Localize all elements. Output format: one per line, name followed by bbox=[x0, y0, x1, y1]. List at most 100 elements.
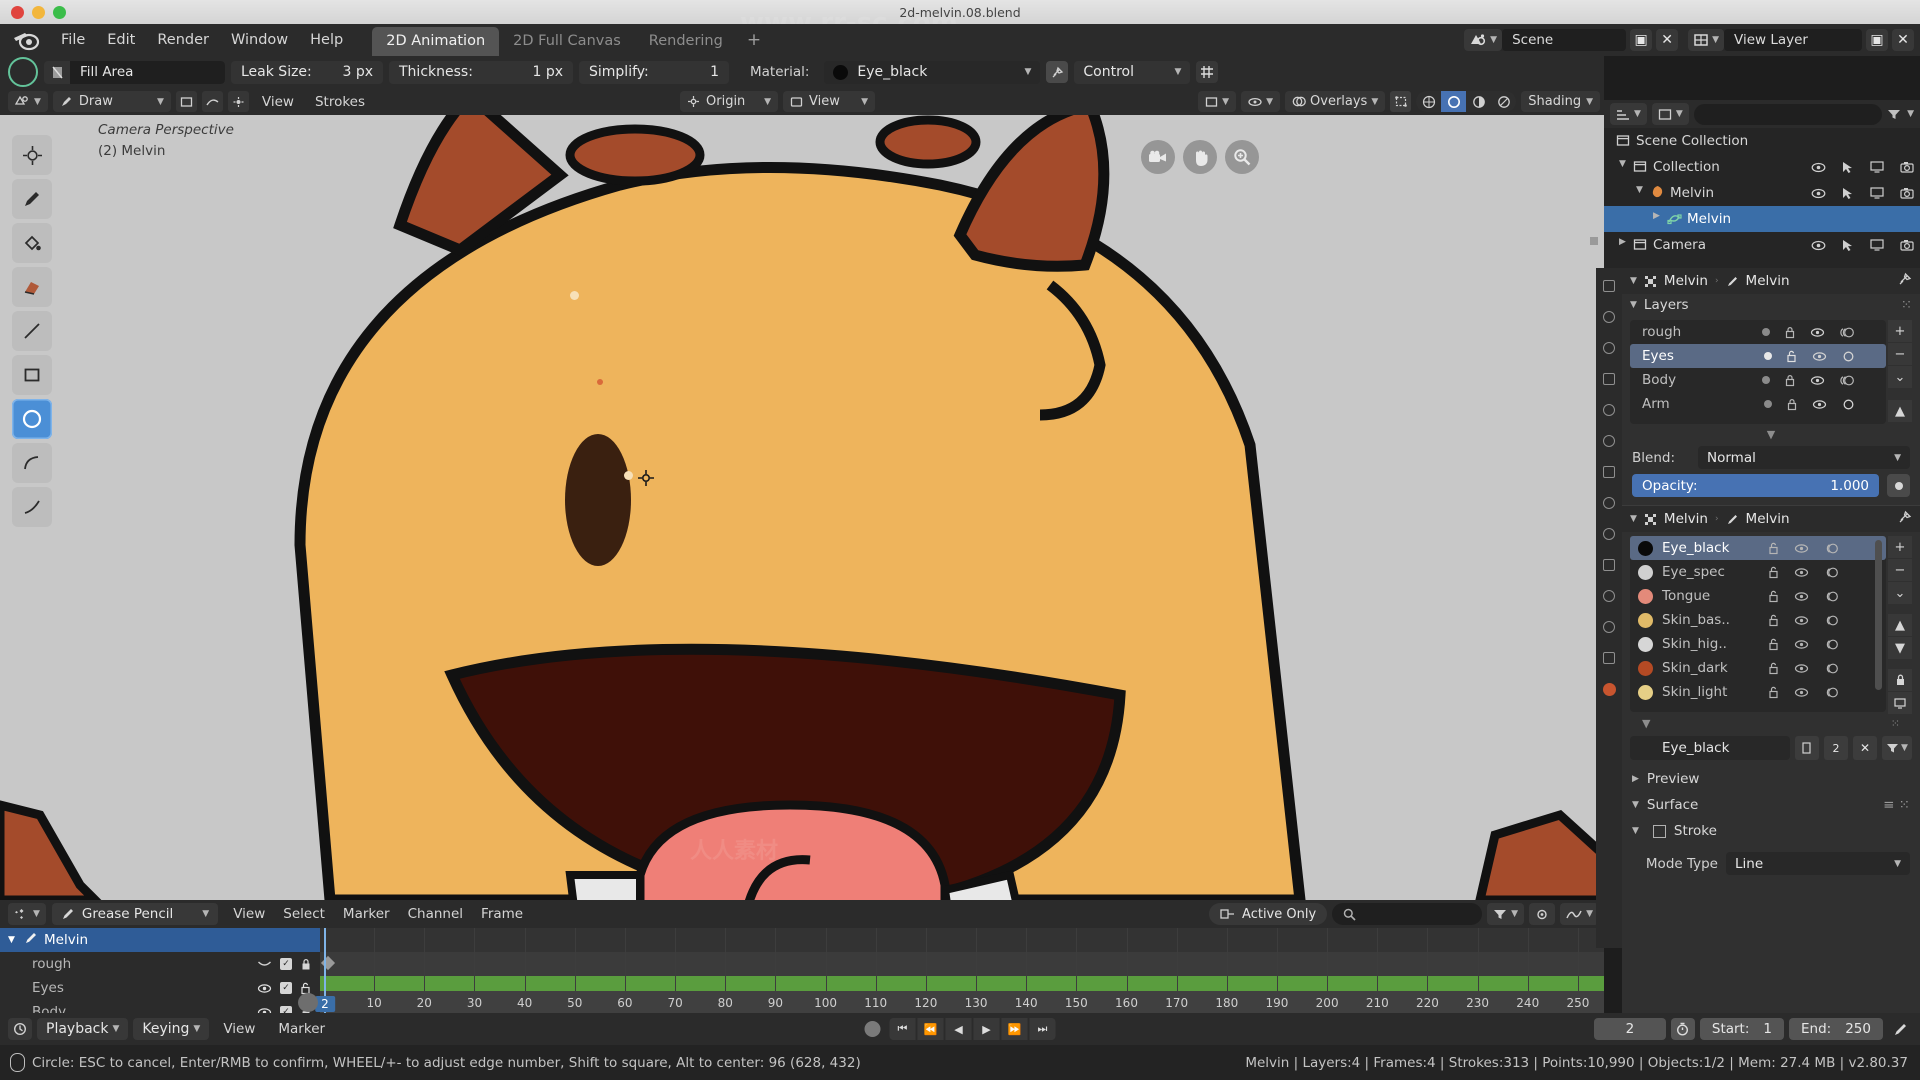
visual-effects-tab[interactable] bbox=[1599, 524, 1619, 544]
dopesheet-filter-button[interactable]: ▼ bbox=[1487, 903, 1525, 925]
pin-icon-2[interactable] bbox=[1898, 510, 1912, 528]
material-row-icons[interactable] bbox=[1768, 542, 1840, 555]
dope-channel-rough[interactable]: rough ✓ bbox=[0, 952, 320, 976]
dope-channel-eyes[interactable]: Eyes ✓ bbox=[0, 976, 320, 1000]
brush-selector[interactable]: Fill Area bbox=[44, 60, 225, 84]
layer-row-rough[interactable]: rough bbox=[1630, 320, 1886, 344]
material-specials-button[interactable]: ⌄ bbox=[1888, 582, 1912, 604]
layer-row-icons[interactable] bbox=[1764, 398, 1856, 411]
menu-render[interactable]: Render bbox=[146, 29, 220, 51]
view-layer-name-field[interactable]: View Layer bbox=[1724, 29, 1862, 51]
move-material-up-button[interactable]: ▲ bbox=[1888, 614, 1912, 636]
active-material-field[interactable]: Eye_black bbox=[1630, 736, 1790, 760]
material-row-icons[interactable] bbox=[1768, 590, 1840, 603]
jump-start-button[interactable]: ⏮ bbox=[889, 1018, 916, 1040]
material-row-eye_spec[interactable]: Eye_spec bbox=[1630, 560, 1886, 584]
layer-row-icons[interactable] bbox=[1762, 374, 1856, 387]
circle-tool[interactable] bbox=[12, 399, 52, 439]
rendered-shading-icon[interactable] bbox=[1491, 91, 1516, 112]
pin-material-button[interactable] bbox=[1046, 61, 1069, 83]
pencil-icon[interactable] bbox=[1888, 1018, 1912, 1040]
xray-toggle-button[interactable] bbox=[1390, 91, 1412, 112]
viewlayer-tab[interactable] bbox=[1599, 369, 1619, 389]
simplify-slider[interactable]: Simplify: 1 bbox=[579, 60, 729, 84]
material-filter-button[interactable]: ▼ bbox=[1882, 736, 1912, 760]
expand-arrow[interactable]: ▼ bbox=[1636, 185, 1643, 195]
cursor-tool[interactable] bbox=[12, 135, 52, 175]
scene-name-field[interactable]: Scene bbox=[1502, 29, 1627, 51]
outliner-tree[interactable]: Scene Collection ▼ Collection ▼ Melvin ▶ Melvi… bbox=[1604, 128, 1920, 268]
overlays-dropdown[interactable]: Overlays ▼ bbox=[1285, 91, 1386, 112]
outliner-row-scene-collection-0[interactable]: Scene Collection bbox=[1604, 128, 1920, 154]
next-keyframe-button[interactable]: ⏩ bbox=[1001, 1018, 1028, 1040]
dopesheet-menu-select[interactable]: Select bbox=[274, 906, 334, 922]
material-tab[interactable] bbox=[1599, 679, 1619, 699]
chevron-down-icon-2[interactable]: ▼ bbox=[1174, 67, 1181, 77]
outliner-row-icons[interactable] bbox=[1811, 187, 1914, 200]
sidebar-toggle-arrow[interactable] bbox=[1590, 237, 1598, 245]
box-tool[interactable] bbox=[12, 355, 52, 395]
outliner-editor-type-button[interactable]: ▼ bbox=[1610, 103, 1647, 125]
erase-tool[interactable] bbox=[12, 267, 52, 307]
layer-row-body[interactable]: Body bbox=[1630, 368, 1886, 392]
solid-shading-icon[interactable] bbox=[1441, 91, 1467, 112]
breadcrumb-data-name[interactable]: Melvin bbox=[1746, 273, 1790, 289]
constraints-tab[interactable] bbox=[1599, 617, 1619, 637]
grease-pencil-select-mode-icon[interactable] bbox=[175, 91, 197, 112]
channel-icons[interactable]: ✓ bbox=[257, 958, 312, 971]
grid-snap-button[interactable] bbox=[1196, 61, 1219, 83]
materials-list[interactable]: Eye_black Eye_spec Tongue Skin_bas.. Skin_hi… bbox=[1630, 536, 1912, 714]
material-row-tongue[interactable]: Tongue bbox=[1630, 584, 1886, 608]
thickness-slider[interactable]: Thickness: 1 px bbox=[389, 60, 573, 84]
outliner-row-collection-1[interactable]: ▼ Collection bbox=[1604, 154, 1920, 180]
view-layer-selector[interactable]: ▼ View Layer bbox=[1688, 29, 1862, 51]
frame-start-field[interactable]: Start: 1 bbox=[1699, 1018, 1784, 1040]
frame-end-field[interactable]: End: 250 bbox=[1789, 1018, 1883, 1040]
modifier-tab[interactable] bbox=[1599, 493, 1619, 513]
expand-arrow[interactable]: ▶ bbox=[1653, 211, 1660, 221]
outliner-display-mode-button[interactable]: ▼ bbox=[1651, 103, 1689, 125]
viewport-menu-view[interactable]: View bbox=[254, 94, 302, 110]
opacity-slider[interactable]: Opacity: 1.000 bbox=[1632, 474, 1879, 497]
frame-scrub-handle[interactable] bbox=[298, 993, 318, 1012]
workspace-tab-rendering[interactable]: Rendering bbox=[635, 27, 737, 56]
scene-tab[interactable] bbox=[1599, 400, 1619, 420]
new-scene-button[interactable]: ▣ bbox=[1630, 29, 1653, 51]
tool-tab[interactable] bbox=[1599, 276, 1619, 296]
draw-tool[interactable] bbox=[12, 179, 52, 219]
pin-icon[interactable] bbox=[1898, 272, 1912, 290]
point-select-mode-icon[interactable] bbox=[227, 91, 249, 112]
material-row-skin_dark[interactable]: Skin_dark bbox=[1630, 656, 1886, 680]
outliner-row-icons[interactable] bbox=[1811, 239, 1914, 252]
dopesheet-menu-view[interactable]: View bbox=[224, 906, 274, 922]
add-workspace-button[interactable]: + bbox=[737, 26, 771, 54]
keyframe-track-rough[interactable] bbox=[320, 952, 1604, 976]
dopesheet-time-ruler[interactable]: 10 20 30 40 50 60 70 80 90 100 110 120 130 140 150 160 1… bbox=[320, 991, 1604, 1013]
new-material-button[interactable] bbox=[1795, 736, 1819, 760]
playback-menu[interactable]: Playback ▼ bbox=[37, 1018, 129, 1040]
menu-window[interactable]: Window bbox=[220, 29, 299, 51]
scene-selector[interactable]: ▼ Scene bbox=[1464, 29, 1627, 51]
material-row-eye_black[interactable]: Eye_black bbox=[1630, 536, 1886, 560]
visibility-dropdown[interactable]: ▼ bbox=[1198, 91, 1237, 112]
layers-section-header[interactable]: ▼ Layers ⁙ bbox=[1622, 294, 1920, 316]
stroke-select-mode-icon[interactable] bbox=[201, 91, 223, 112]
leak-size-slider[interactable]: Leak Size: 3 px bbox=[231, 60, 383, 84]
menu-file[interactable]: File bbox=[50, 29, 96, 51]
material-row-icons[interactable] bbox=[1768, 638, 1840, 651]
control-dropdown[interactable]: Control ▼ bbox=[1074, 60, 1191, 84]
materials-expand-arrow[interactable]: ▼ bbox=[1642, 717, 1650, 730]
material-row-skin_hig[interactable]: Skin_hig.. bbox=[1630, 632, 1886, 656]
new-view-layer-button[interactable]: ▣ bbox=[1866, 29, 1888, 51]
layer-row-icons[interactable] bbox=[1762, 326, 1856, 339]
layers-list[interactable]: rough Eyes Body Arm + − ⌄ ▲ bbox=[1630, 320, 1912, 424]
shading-mode-group[interactable] bbox=[1416, 91, 1517, 112]
mat-breadcrumb-object[interactable]: Melvin bbox=[1664, 511, 1708, 527]
stroke-point-handle-3[interactable] bbox=[624, 471, 633, 480]
lock-material-button[interactable] bbox=[1888, 669, 1912, 691]
opacity-animate-button[interactable] bbox=[1887, 474, 1910, 497]
workspace-tab-2d-full-canvas[interactable]: 2D Full Canvas bbox=[499, 27, 635, 56]
expand-arrow[interactable]: ▶ bbox=[1619, 237, 1626, 247]
dope-channel-melvin[interactable]: ▼ Melvin bbox=[0, 928, 320, 952]
gizmo-dropdown[interactable]: ▼ bbox=[1241, 91, 1281, 112]
